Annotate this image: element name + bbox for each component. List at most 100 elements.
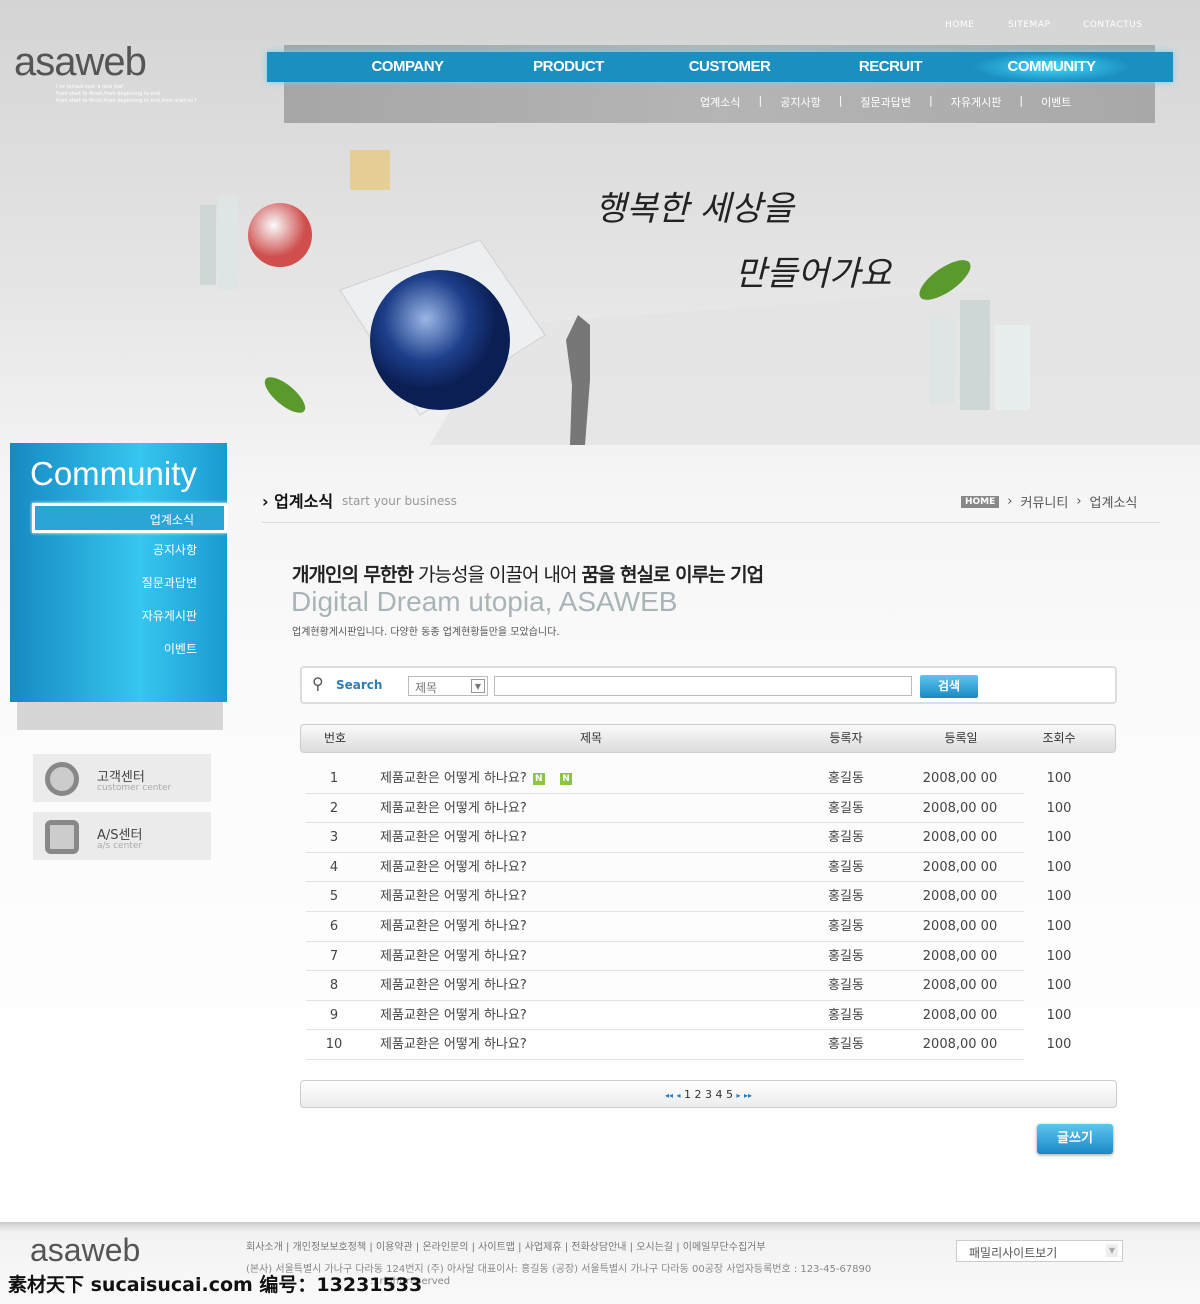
customer-center-button[interactable]: 고객센터 customer center (33, 754, 211, 802)
main-nav: COMPANY PRODUCT CUSTOMER RECRUIT COMMUNI… (267, 52, 1173, 82)
nav-customer[interactable]: CUSTOMER (649, 52, 810, 82)
pagination: ◂◂ ◂ 1 2 3 4 5 ▸ ▸▸ (300, 1080, 1117, 1108)
cell-title[interactable]: 제품교환은 어떻게 하나요? (380, 853, 640, 882)
cell-title[interactable]: 제품교환은 어떻게 하나요? (380, 1030, 640, 1059)
sitemap-link[interactable]: SITEMAP (1008, 20, 1050, 30)
chevron-down-icon: ▼ (1105, 1244, 1118, 1257)
cell-no: 8 (329, 978, 339, 994)
breadcrumb-item: 업계소식 (1089, 496, 1138, 511)
cell-no: 7 (329, 948, 339, 964)
cell-views: 100 (1046, 800, 1072, 816)
cell-title[interactable]: 제품교환은 어떻게 하나요? (380, 882, 640, 911)
new-badge: N (560, 773, 572, 785)
footer-link[interactable]: 사업제휴 (525, 1242, 562, 1253)
cell-views: 100 (1046, 830, 1072, 846)
table-row[interactable]: 5 제품교환은 어떻게 하나요? 홍길동 2008,00 00 100 (306, 882, 1071, 912)
as-center-button[interactable]: A/S센터 a/s center (33, 812, 211, 860)
cell-no: 5 (329, 889, 339, 905)
page-5[interactable]: 5 (726, 1088, 733, 1101)
nav-product[interactable]: PRODUCT (488, 52, 649, 82)
cell-date: 2008,00 00 (922, 771, 998, 786)
footer-logo: asaweb (30, 1232, 141, 1268)
table-row[interactable]: 9 제품교환은 어떻게 하나요? 홍길동 2008,00 00 100 (306, 1001, 1071, 1031)
cell-no: 10 (325, 1037, 343, 1053)
watermark: 素材天下 sucaisucai.com 编号：13231533 (8, 1274, 423, 1296)
sidebar-item-event[interactable]: 이벤트 (32, 635, 227, 665)
search-input[interactable] (494, 676, 912, 696)
new-badge: N (532, 772, 545, 785)
search-button[interactable]: 검색 (920, 675, 978, 698)
subnav-item[interactable]: 이벤트 (1041, 94, 1071, 110)
sidebar-shadow (17, 702, 223, 730)
page-1[interactable]: 1 (684, 1088, 691, 1101)
sidebar-item-notice[interactable]: 공지사항 (32, 536, 227, 566)
footer-link[interactable]: 이메일무단수집거부 (683, 1242, 766, 1253)
home-link[interactable]: HOME (945, 20, 974, 30)
table-row[interactable]: 4 제품교환은 어떻게 하나요? 홍길동 2008,00 00 100 (306, 853, 1071, 883)
search-label: Search (336, 678, 383, 692)
chevron-down-icon: ▼ (471, 679, 485, 693)
cell-date: 2008,00 00 (922, 830, 998, 846)
cell-author: 홍길동 (828, 800, 864, 816)
hero-handwriting-2: 만들어가요 (735, 254, 893, 294)
subnav-item[interactable]: 질문과답변 (860, 94, 911, 110)
cell-date: 2008,00 00 (922, 859, 998, 875)
sidebar-item-news[interactable]: 업계소식 (32, 503, 227, 533)
prev-page-button[interactable]: ◂ (676, 1091, 680, 1100)
last-page-button[interactable]: ▸▸ (744, 1091, 752, 1100)
sidebar-item-qna[interactable]: 질문과답변 (32, 569, 227, 599)
logo-tagline: I've turned over a new leaf from start to… (56, 84, 197, 104)
page-2[interactable]: 2 (695, 1088, 702, 1101)
cell-no: 2 (329, 800, 339, 816)
table-row[interactable]: 1 제품교환은 어떻게 하나요? N N 홍길동 2008,00 00 100 (306, 764, 1071, 794)
cell-title[interactable]: 제품교환은 어떻게 하나요? (380, 1001, 640, 1030)
table-row[interactable]: 3 제품교환은 어떻게 하나요? 홍길동 2008,00 00 100 (306, 823, 1071, 853)
table-row[interactable]: 6 제품교환은 어떻게 하나요? 홍길동 2008,00 00 100 (306, 912, 1071, 942)
sidebar-item-board[interactable]: 자유게시판 (32, 602, 227, 632)
cell-title[interactable]: 제품교환은 어떻게 하나요? (380, 823, 640, 852)
family-site-select[interactable]: 패밀리사이트보기 ▼ (956, 1240, 1123, 1262)
write-button[interactable]: 글쓰기 (1037, 1124, 1113, 1154)
footer-link[interactable]: 온라인문의 (422, 1242, 468, 1253)
hero-illustration: 행복한 세상을 만들어가요 (200, 150, 1200, 445)
cell-title[interactable]: 제품교환은 어떻게 하나요? (380, 942, 640, 971)
cell-views: 100 (1046, 889, 1072, 905)
breadcrumb-home[interactable]: HOME (961, 495, 1000, 508)
subnav-item[interactable]: 공지사항 (780, 94, 820, 110)
table-row[interactable]: 8 제품교환은 어떻게 하나요? 홍길동 2008,00 00 100 (306, 971, 1071, 1001)
search-field-select[interactable]: 제목 ▼ (408, 676, 488, 696)
footer-link[interactable]: 오시는길 (636, 1242, 673, 1253)
next-page-button[interactable]: ▸ (737, 1091, 741, 1100)
cell-no: 9 (329, 1007, 339, 1023)
cell-views: 100 (1046, 859, 1072, 875)
cell-title[interactable]: 제품교환은 어떻게 하나요? (380, 971, 640, 1000)
footer-link[interactable]: 전화상담안내 (571, 1242, 626, 1253)
cell-title[interactable]: 제품교환은 어떻게 하나요? N N (380, 764, 640, 793)
footer-link[interactable]: 회사소개 (246, 1242, 283, 1253)
subnav-item[interactable]: 업계소식 (700, 94, 740, 110)
first-page-button[interactable]: ◂◂ (665, 1091, 673, 1100)
page-4[interactable]: 4 (716, 1088, 723, 1101)
cell-author: 홍길동 (828, 1007, 864, 1023)
cell-author: 홍길동 (828, 889, 864, 905)
table-row[interactable]: 10 제품교환은 어떻게 하나요? 홍길동 2008,00 00 100 (306, 1030, 1071, 1060)
table-row[interactable]: 2 제품교환은 어떻게 하나요? 홍길동 2008,00 00 100 (306, 794, 1071, 824)
breadcrumb-item[interactable]: 커뮤니티 (1021, 492, 1069, 511)
cell-title[interactable]: 제품교환은 어떻게 하나요? (380, 794, 640, 823)
subnav-item[interactable]: 자유게시판 (951, 94, 1002, 110)
cell-title[interactable]: 제품교환은 어떻게 하나요? (380, 912, 640, 941)
contactus-link[interactable]: CONTACTUS (1083, 20, 1142, 30)
cell-author: 홍길동 (828, 771, 864, 786)
footer-link[interactable]: 개인정보보호정책 (293, 1242, 367, 1253)
table-row[interactable]: 7 제품교환은 어떻게 하나요? 홍길동 2008,00 00 100 (306, 942, 1071, 972)
page-3[interactable]: 3 (705, 1088, 712, 1101)
nav-recruit[interactable]: RECRUIT (810, 52, 971, 82)
footer-link[interactable]: 이용약관 (376, 1242, 413, 1253)
nav-community[interactable]: COMMUNITY (971, 52, 1132, 82)
search-bar: ⚲ Search 제목 ▼ 검색 (300, 666, 1117, 704)
footer-link[interactable]: 사이트맵 (478, 1242, 515, 1253)
logo[interactable]: asaweb (14, 40, 147, 85)
nav-company[interactable]: COMPANY (327, 52, 488, 82)
hero-handwriting-1: 행복한 세상을 (595, 189, 796, 229)
cell-date: 2008,00 00 (922, 948, 998, 964)
